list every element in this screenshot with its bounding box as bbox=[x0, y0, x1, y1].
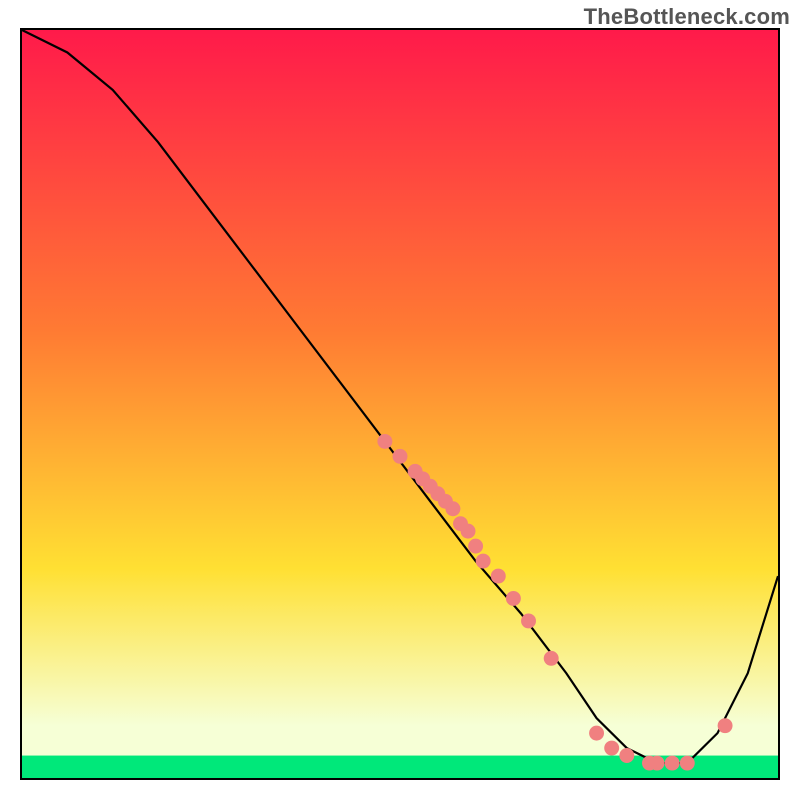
chart-frame: TheBottleneck.com bbox=[0, 0, 800, 800]
data-marker bbox=[521, 613, 536, 628]
data-marker bbox=[445, 501, 460, 516]
data-marker bbox=[718, 718, 733, 733]
chart-svg bbox=[22, 30, 778, 778]
data-marker bbox=[491, 569, 506, 584]
gradient-background bbox=[22, 30, 778, 778]
data-marker bbox=[680, 756, 695, 771]
data-marker bbox=[506, 591, 521, 606]
data-marker bbox=[476, 554, 491, 569]
data-marker bbox=[619, 748, 634, 763]
data-marker bbox=[468, 539, 483, 554]
data-marker bbox=[604, 741, 619, 756]
data-marker bbox=[393, 449, 408, 464]
plot-area bbox=[20, 28, 780, 780]
data-marker bbox=[650, 756, 665, 771]
attribution-label: TheBottleneck.com bbox=[584, 4, 790, 30]
data-marker bbox=[544, 651, 559, 666]
green-band bbox=[22, 756, 778, 778]
data-marker bbox=[665, 756, 680, 771]
data-marker bbox=[461, 524, 476, 539]
data-marker bbox=[377, 434, 392, 449]
data-marker bbox=[589, 726, 604, 741]
